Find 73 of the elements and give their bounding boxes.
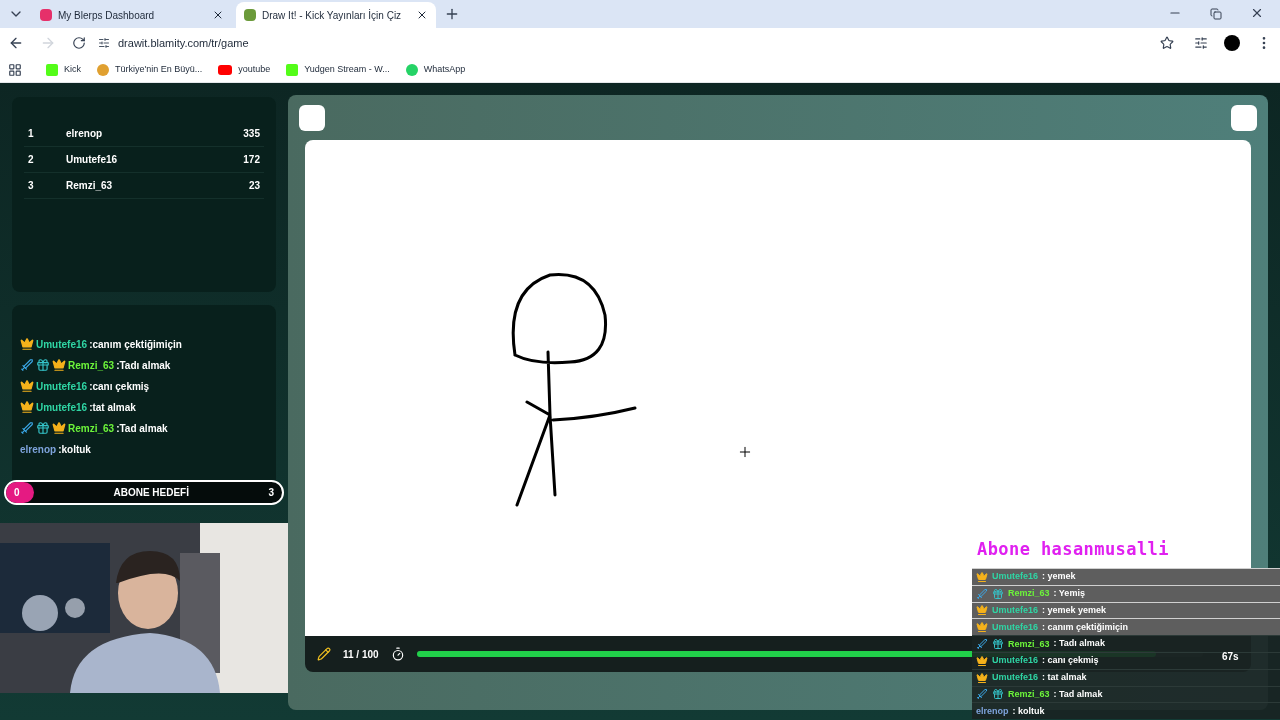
- chat-message: :Tad almak: [116, 421, 168, 436]
- chat-username: Umutefe16: [36, 337, 88, 352]
- rank-number: 3: [27, 179, 35, 193]
- chat-message: :tat almak: [89, 400, 136, 415]
- chat-username: Umutefe16: [992, 673, 1038, 683]
- tab-title: My Blerps Dashboard: [58, 8, 156, 23]
- chat-username: Umutefe16: [992, 572, 1038, 582]
- chat-message: : canım çektiğimiçin: [1042, 620, 1129, 634]
- pencil-icon: [317, 647, 331, 661]
- chat-message: : Tadı almak: [1053, 637, 1105, 651]
- profile-avatar[interactable]: [1224, 35, 1240, 51]
- goal-current: 0: [6, 482, 34, 503]
- rank-number: 1: [27, 127, 35, 141]
- browser-tab[interactable]: My Blerps Dashboard: [32, 2, 232, 28]
- chat-message: : Tad almak: [1053, 687, 1103, 701]
- browser-tab[interactable]: Draw It! - Kick Yayınları İçin Çiz: [236, 2, 436, 28]
- goal-label: ABONE HEDEFİ: [112, 485, 190, 500]
- reload-icon[interactable]: [72, 36, 86, 50]
- chat-username: Umutefe16: [992, 606, 1038, 615]
- player-name: Umutefe16: [66, 153, 119, 167]
- chat-message: : yemek: [1042, 570, 1076, 584]
- chat-username: Umutefe16: [36, 400, 88, 415]
- drawing-canvas[interactable]: [305, 140, 1251, 636]
- goal-target: 3: [268, 486, 275, 500]
- round-counter: 11 / 100: [343, 647, 379, 662]
- chat-message: : koltuk: [1012, 704, 1045, 718]
- chat-message: :canı çekmiş: [89, 379, 150, 394]
- bookmark-item[interactable]: Yudgen Stream - W...: [286, 63, 390, 77]
- close-icon[interactable]: [212, 9, 224, 21]
- chat-username: Remzi_63: [1008, 639, 1050, 649]
- timer-icon: [390, 647, 405, 661]
- chat-username: elrenop: [976, 706, 1009, 716]
- tool-button[interactable]: [299, 105, 325, 131]
- tab-title: Draw It! - Kick Yayınları İçin Çiz: [262, 8, 403, 23]
- media-control-icon[interactable]: [1194, 36, 1208, 50]
- apps-icon[interactable]: [8, 63, 22, 77]
- player-score: 335: [243, 127, 261, 141]
- chat-username: Remzi_63: [68, 421, 115, 436]
- chat-username: Umutefe16: [992, 656, 1038, 666]
- chat-username: Umutefe16: [992, 622, 1038, 632]
- chat-message: :Tadı almak: [116, 358, 171, 373]
- chat-message: : Yemiş: [1053, 586, 1085, 600]
- chat-message: : canı çekmiş: [1042, 654, 1099, 668]
- bookmark-item[interactable]: youtube: [218, 63, 271, 77]
- player-score: 23: [248, 179, 261, 193]
- chat-message: : tat almak: [1042, 670, 1087, 684]
- player-name: Remzi_63: [66, 179, 114, 193]
- bookmark-star-icon[interactable]: [1160, 36, 1174, 50]
- bookmark-item[interactable]: Türkiye'nin En Büyü...: [97, 63, 203, 77]
- bookmark-item[interactable]: Kick: [46, 63, 81, 77]
- rank-number: 2: [27, 153, 35, 167]
- url-text: drawit.blamity.com/tr/game: [118, 35, 249, 51]
- overlay-title: Abone hasanmusalli: [977, 538, 1169, 561]
- close-icon[interactable]: [1250, 6, 1264, 20]
- site-settings-icon[interactable]: [98, 37, 110, 49]
- chat-message: :canım çektiğimiçin: [89, 337, 182, 352]
- tool-button[interactable]: [1231, 105, 1257, 131]
- player-name: elrenop: [66, 127, 104, 141]
- chat-username: Remzi_63: [1008, 589, 1050, 599]
- chat-username: Remzi_63: [1008, 689, 1050, 699]
- chat-username: Umutefe16: [36, 379, 88, 394]
- chat-message: :koltuk: [58, 442, 91, 457]
- chat-username: elrenop: [20, 442, 57, 457]
- timer-text: 67s: [1222, 650, 1239, 664]
- crosshair-cursor-icon: [737, 444, 753, 460]
- player-score: 172: [243, 153, 261, 167]
- bookmark-item[interactable]: WhatsApp: [405, 63, 466, 77]
- new-tab-icon[interactable]: [444, 6, 460, 22]
- back-icon[interactable]: [8, 35, 24, 51]
- chat-username: Remzi_63: [68, 358, 115, 373]
- close-icon[interactable]: [416, 9, 428, 21]
- restore-icon[interactable]: [1210, 8, 1222, 20]
- chat-message: : yemek yemek: [1042, 603, 1107, 617]
